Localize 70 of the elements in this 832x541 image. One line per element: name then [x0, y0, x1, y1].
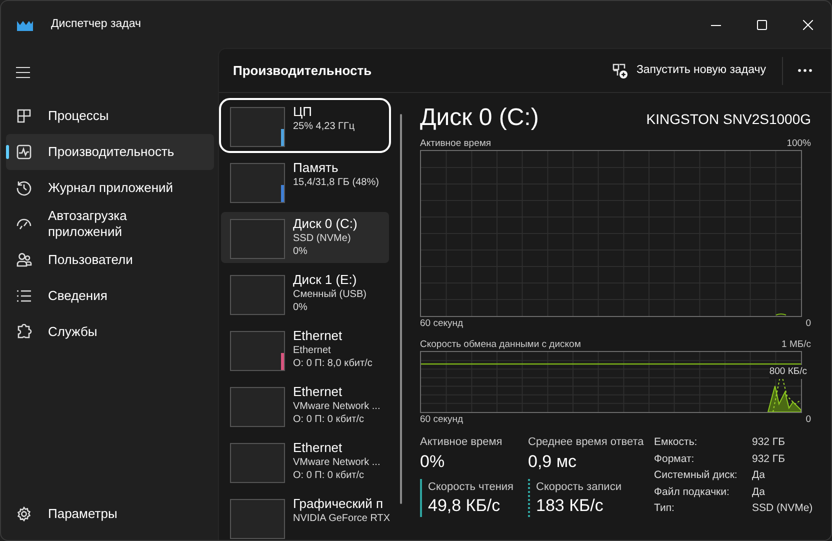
- scrollbar[interactable]: [400, 114, 402, 504]
- stat-label: Активное время: [420, 435, 504, 450]
- stat-label: Среднее время ответа: [528, 435, 645, 450]
- nav-item[interactable]: Сведения: [6, 278, 214, 314]
- processes-icon: [16, 108, 32, 124]
- stat-value: 49,8 КБ/с: [428, 495, 502, 517]
- disk-title: Диск 0 (C:): [420, 103, 539, 133]
- maximize-icon: [757, 20, 767, 30]
- graph-min-label: 0: [806, 413, 811, 426]
- graph-min-label: 0: [806, 317, 811, 330]
- thumbnail-graph: [230, 331, 285, 371]
- device-item[interactable]: ЦП 25% 4,23 ГГц: [221, 100, 389, 151]
- nav-item[interactable]: Службы: [6, 314, 214, 350]
- settings-button[interactable]: Параметры: [6, 496, 214, 532]
- device-item[interactable]: Графический п NVIDIA GeForce RTX: [221, 492, 389, 540]
- property-value: 932 ГБ: [752, 435, 786, 450]
- property-value: Да: [752, 468, 766, 484]
- property-value: 932 ГБ: [752, 452, 786, 467]
- run-new-task-button[interactable]: Запустить новую задачу: [606, 58, 772, 84]
- nav-item[interactable]: Производительность: [6, 134, 214, 170]
- device-item[interactable]: Память 15,4/31,8 ГБ (48%): [221, 156, 389, 207]
- thumbnail-graph: [230, 219, 285, 259]
- nav-item[interactable]: Журнал приложений: [6, 170, 214, 206]
- page-title: Производительность: [233, 62, 372, 80]
- stat-label: Скорость чтения: [428, 480, 514, 494]
- app-icon: [17, 18, 33, 30]
- property-label: Емкость:: [654, 435, 698, 450]
- property-value: SSD (NVMe): [752, 501, 813, 516]
- device-item[interactable]: Ethernet VMware Network ... О: 0 П: 0 кбит/с: [221, 436, 389, 487]
- close-icon: [803, 20, 813, 30]
- users-icon: [16, 252, 32, 268]
- stat-label: Скорость записи: [536, 480, 622, 494]
- disk-model: KINGSTON SNV2S1000G: [646, 110, 811, 129]
- details-list-icon: [16, 288, 32, 304]
- graph-time-label: 60 секунд: [420, 413, 464, 426]
- property-label: Формат:: [654, 452, 696, 467]
- device-item[interactable]: Диск 0 (C:) SSD (NVMe) 0%: [221, 212, 389, 263]
- property-label: Тип:: [654, 501, 676, 516]
- device-item[interactable]: Ethernet Ethernet О: 0 П: 8,0 кбит/с: [221, 324, 389, 375]
- graph-label: Активное время: [420, 137, 492, 150]
- graph-label: Скорость обмена данными с диском: [420, 338, 581, 351]
- thumbnail-graph: [230, 163, 285, 203]
- stat-value: 0,9 мс: [528, 450, 578, 472]
- graph-max-label: 1 МБ/с: [782, 338, 811, 351]
- graph-max-label: 100%: [786, 137, 811, 150]
- graph-time-label: 60 секунд: [420, 317, 464, 330]
- thumbnail-graph: [230, 443, 285, 483]
- nav-item[interactable]: Процессы: [6, 98, 214, 134]
- stat-value: 183 КБ/с: [536, 495, 604, 517]
- settings-icon: [16, 506, 32, 522]
- property-value: Да: [752, 484, 766, 500]
- property-label: Файл подкачки:: [654, 484, 730, 500]
- new-task-icon: [612, 62, 628, 78]
- nav-item[interactable]: Пользователи: [6, 242, 214, 278]
- stat-value: 0%: [420, 450, 446, 472]
- thumbnail-graph: [230, 275, 285, 315]
- window-title: Диспетчер задач: [51, 16, 141, 32]
- menu-icon: [16, 66, 30, 78]
- nav-item[interactable]: Автозагрузка приложений: [6, 206, 214, 242]
- performance-icon: [16, 144, 32, 160]
- device-item[interactable]: Диск 1 (E:) Сменный (USB) 0%: [221, 268, 389, 319]
- graph-scale-label: 800 КБ/с: [769, 365, 807, 380]
- more-icon: [798, 69, 812, 72]
- thumbnail-graph: [230, 107, 285, 147]
- property-label: Системный диск:: [654, 468, 738, 484]
- history-icon: [16, 180, 32, 196]
- device-item[interactable]: Ethernet VMware Network ... О: 0 П: 0 кбит/с: [221, 380, 389, 431]
- thumbnail-graph: [230, 387, 285, 427]
- gauge-icon: [16, 216, 32, 232]
- puzzle-icon: [16, 324, 32, 340]
